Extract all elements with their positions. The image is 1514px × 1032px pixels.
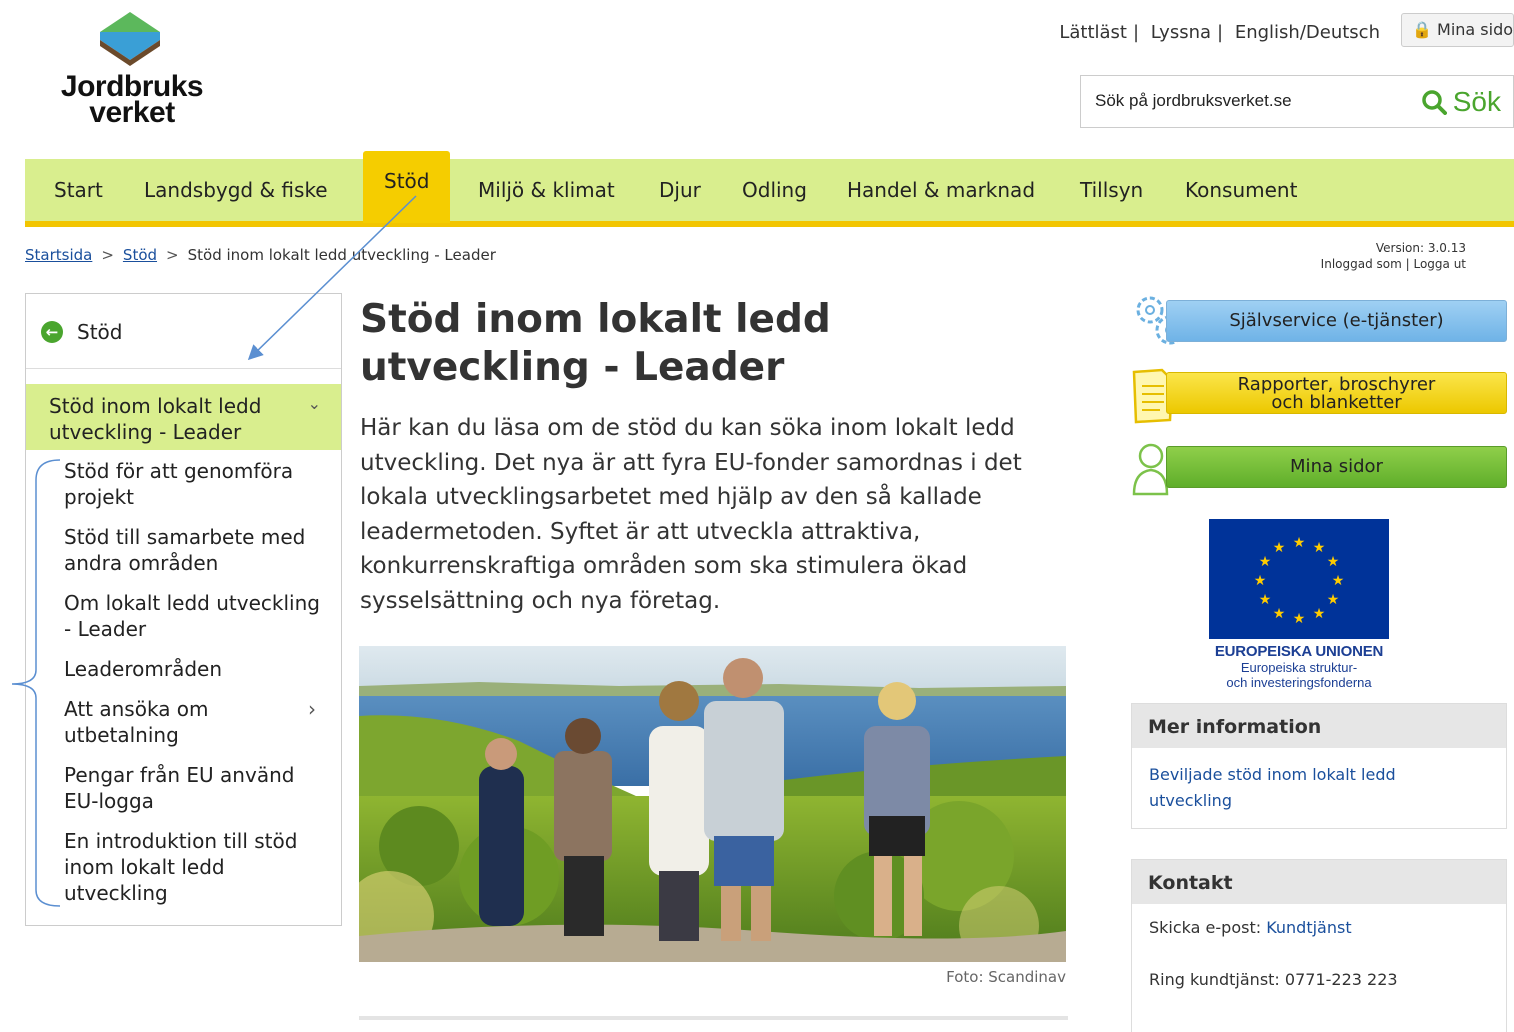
subnav-active-label: Stöd inom lokalt ledd utveckling - Leade… xyxy=(49,394,262,444)
svg-text:★: ★ xyxy=(1293,611,1306,627)
separator: | xyxy=(1217,22,1224,43)
subnav-item[interactable]: Om lokalt ledd utveckling - Leader xyxy=(64,590,324,642)
mina-sidor-button[interactable]: 🔒 Mina sidor xyxy=(1401,13,1514,47)
search-button-label: Sök xyxy=(1452,86,1501,117)
breadcrumb: Startsida > Stöd > Stöd inom lokalt ledd utv… xyxy=(25,246,496,264)
hero-photo xyxy=(359,646,1066,962)
contact-email-row: Skicka e-post: Kundtjänst xyxy=(1149,918,1352,937)
nav-miljo[interactable]: Miljö & klimat xyxy=(478,178,615,202)
link-lattlast[interactable]: Lättläst xyxy=(1059,22,1127,43)
photo-caption: Foto: Scandinav xyxy=(946,968,1066,986)
chevron-down-icon[interactable]: ⌄ xyxy=(308,394,321,413)
selfservice-button[interactable]: Självservice (e-tjänster) xyxy=(1166,300,1507,342)
link-english[interactable]: English/Deutsch xyxy=(1235,22,1380,43)
logout-link[interactable]: Logga ut xyxy=(1413,257,1466,271)
svg-text:★: ★ xyxy=(1259,592,1272,608)
svg-text:★: ★ xyxy=(1273,540,1286,556)
svg-text:★: ★ xyxy=(1327,592,1340,608)
breadcrumb-startsida[interactable]: Startsida xyxy=(25,246,92,264)
eu-flag-icon: ★ ★ ★ ★ ★ ★ ★ ★ ★ ★ ★ ★ xyxy=(1209,519,1389,639)
nav-djur[interactable]: Djur xyxy=(659,178,701,202)
contact-email-label: Skicka e-post: xyxy=(1149,918,1262,937)
logo-emblem-icon xyxy=(100,12,160,66)
back-link[interactable]: ← Stöd xyxy=(41,320,122,344)
main-nav: Start Landsbygd & fiske Stöd Miljö & kli… xyxy=(25,151,1514,227)
search-box: Sök xyxy=(1080,75,1514,128)
svg-text:★: ★ xyxy=(1273,606,1286,622)
subnav-item[interactable]: En introduktion till stöd inom lokalt le… xyxy=(64,828,319,906)
people-landscape-image xyxy=(359,646,1066,962)
subnav-active-item[interactable]: Stöd inom lokalt ledd utveckling - Leade… xyxy=(26,384,341,450)
logged-in-label: Inloggad som xyxy=(1320,257,1402,271)
breadcrumb-stod[interactable]: Stöd xyxy=(123,246,157,264)
nav-tillsyn[interactable]: Tillsyn xyxy=(1080,178,1143,202)
eu-sublabel-2: och investeringsfonderna xyxy=(1226,675,1372,690)
subnav-item[interactable]: Stöd till samarbete med andra områden xyxy=(64,524,324,576)
eu-label: EUROPEISKA UNIONEN xyxy=(1214,643,1384,660)
contact-box: Kontakt Skicka e-post: Kundtjänst Ring k… xyxy=(1131,859,1507,1032)
link-lyssna[interactable]: Lyssna xyxy=(1151,22,1211,43)
intro-text: Här kan du läsa om de stöd du kan söka i… xyxy=(360,415,1022,614)
nav-odling[interactable]: Odling xyxy=(742,178,807,202)
reports-label-2: och blanketter xyxy=(1271,392,1402,413)
svg-text:★: ★ xyxy=(1313,606,1326,622)
logo-line2: verket xyxy=(89,96,175,129)
subnav-item[interactable]: Att ansöka om utbetalning › xyxy=(64,696,316,748)
chevron-right-icon[interactable]: › xyxy=(308,696,316,722)
utility-links: Lättläst | Lyssna | English/Deutsch xyxy=(1059,22,1380,43)
subnav-item[interactable]: Leaderområden xyxy=(64,656,324,682)
svg-text:★: ★ xyxy=(1259,554,1272,570)
nav-start[interactable]: Start xyxy=(54,178,103,202)
version-info: Version: 3.0.13 Inloggad som | Logga ut xyxy=(1320,241,1466,271)
search-input[interactable] xyxy=(1095,88,1395,114)
mina-sidor-label: Mina sidor xyxy=(1437,20,1514,39)
breadcrumb-current: Stöd inom lokalt ledd utveckling - Leade… xyxy=(187,246,496,264)
divider xyxy=(26,368,341,369)
eu-logo: ★ ★ ★ ★ ★ ★ ★ ★ ★ ★ ★ ★ EUROPEISKA UNIONEN Europe… xyxy=(1209,519,1389,690)
breadcrumb-separator: > xyxy=(101,246,114,264)
sub-navigation: ← Stöd Stöd inom lokalt ledd utveckling … xyxy=(25,293,342,926)
back-link-label: Stöd xyxy=(77,320,123,344)
page-title: Stöd inom lokalt ledd utveckling - Leade… xyxy=(360,297,831,390)
divider xyxy=(359,1016,1068,1020)
person-icon xyxy=(1132,443,1169,496)
svg-text:★: ★ xyxy=(1313,540,1326,556)
nav-stod[interactable]: Stöd xyxy=(363,151,451,223)
site-logo[interactable]: Jordbruks verket xyxy=(52,10,212,135)
search-button[interactable]: Sök xyxy=(1421,82,1501,122)
more-info-link[interactable]: Beviljade stöd inom lokalt ledd utveckli… xyxy=(1149,762,1479,814)
svg-text:★: ★ xyxy=(1293,535,1306,551)
search-icon xyxy=(1422,90,1447,115)
subnav-item-label: Att ansöka om utbetalning xyxy=(64,697,209,747)
nav-handel[interactable]: Handel & marknad xyxy=(847,178,1035,202)
contact-phone: Ring kundtjänst: 0771-223 223 xyxy=(1149,970,1398,989)
separator: | xyxy=(1132,22,1140,43)
svg-text:★: ★ xyxy=(1332,573,1345,589)
mina-sidor-side-button[interactable]: Mina sidor xyxy=(1166,446,1507,488)
back-arrow-icon: ← xyxy=(41,321,63,343)
nav-konsument[interactable]: Konsument xyxy=(1185,178,1297,202)
breadcrumb-separator: > xyxy=(166,246,179,264)
nav-landsbygd[interactable]: Landsbygd & fiske xyxy=(144,178,328,202)
subnav-item[interactable]: Stöd för att genomföra projekt xyxy=(64,458,324,510)
lock-icon: 🔒 xyxy=(1412,20,1432,39)
contact-heading: Kontakt xyxy=(1132,860,1506,904)
subnav-item[interactable]: Pengar från EU använd EU-logga xyxy=(64,762,324,814)
more-info-box: Mer information Beviljade stöd inom loka… xyxy=(1131,703,1507,829)
version-number: Version: 3.0.13 xyxy=(1375,241,1466,255)
eu-sublabel-1: Europeiska struktur- xyxy=(1240,660,1358,675)
svg-text:★: ★ xyxy=(1327,554,1340,570)
more-info-heading: Mer information xyxy=(1132,704,1506,748)
svg-text:★: ★ xyxy=(1254,573,1267,589)
contact-email-link[interactable]: Kundtjänst xyxy=(1266,918,1351,937)
reports-button[interactable]: Rapporter, broschyrer och blanketter xyxy=(1166,372,1507,414)
